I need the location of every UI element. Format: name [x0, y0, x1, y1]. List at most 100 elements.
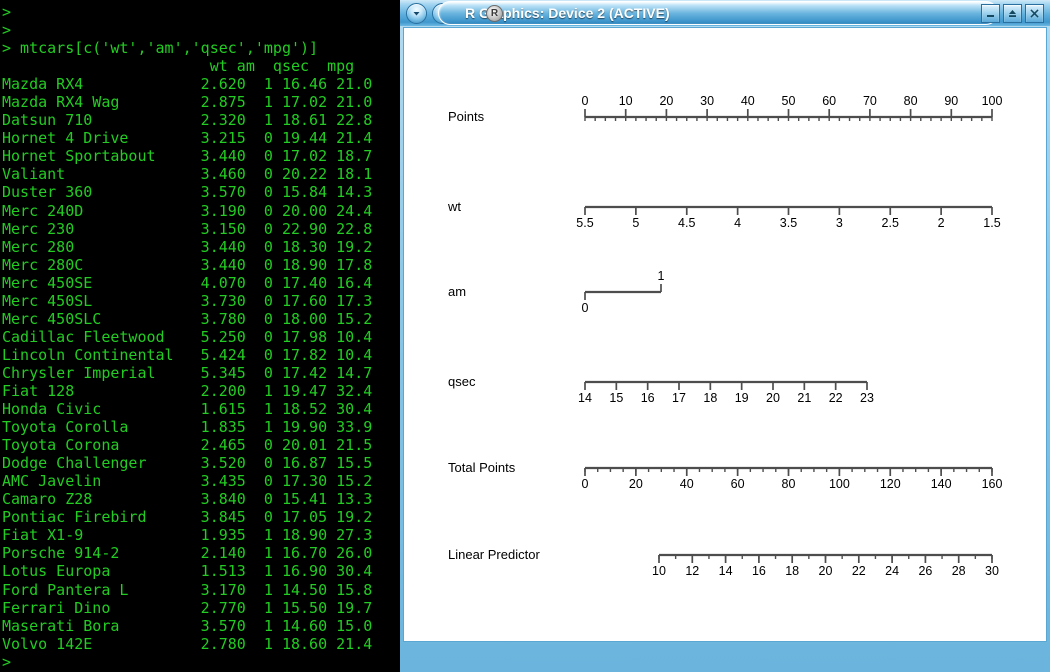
axis-tick-label: 10 — [619, 94, 633, 108]
axis-tick-label: 18 — [785, 564, 799, 578]
axis-tick-label: 80 — [904, 94, 918, 108]
r-graphics-window[interactable]: R Graphics: Device 2 (ACTIVE) R Points 0… — [400, 0, 1050, 672]
axis-tick-label: 3.5 — [780, 216, 797, 230]
axis-tick-label: 90 — [944, 94, 958, 108]
axis-tick-label: 40 — [680, 477, 694, 491]
axis-name-label: Linear Predictor — [448, 547, 540, 562]
axis-tick-label: 10 — [652, 564, 666, 578]
terminal-line: AMC Javelin 3.435 0 17.30 15.2 — [2, 472, 373, 491]
terminal-line: Merc 450SE 4.070 0 17.40 16.4 — [2, 273, 373, 292]
terminal-line: Valiant 3.460 0 20.22 18.1 — [2, 165, 373, 184]
axis-tick-label: 1.5 — [983, 216, 1000, 230]
axis-tick-label: 70 — [863, 94, 877, 108]
terminal-line: Toyota Corolla 1.835 1 19.90 33.9 — [2, 418, 373, 437]
axis-tick-label: 22 — [829, 391, 843, 405]
plot-canvas[interactable]: Points 0 10 20 30 40 50 60 70 80 90 100 wt 5.5 5 4.5 4 3.… — [403, 27, 1047, 642]
terminal-line: Datsun 710 2.320 1 18.61 22.8 — [2, 111, 373, 130]
terminal-line: Mazda RX4 2.620 1 16.46 21.0 — [2, 75, 373, 94]
axis-tick-label: 50 — [782, 94, 796, 108]
r-logo-icon: R — [486, 5, 503, 22]
axis-tick-label: 19 — [735, 391, 749, 405]
axis-tick-label: 4.5 — [678, 216, 695, 230]
terminal-line: Merc 450SLC 3.780 0 18.00 15.2 — [2, 309, 373, 328]
titlebar-right-controls — [981, 4, 1044, 23]
axis-tick-label: 160 — [982, 477, 1003, 491]
terminal-line: Camaro Z28 3.840 0 15.41 13.3 — [2, 490, 373, 509]
window-title-pill: R Graphics: Device 2 (ACTIVE) — [438, 1, 998, 25]
terminal-line: > mtcars[c('wt','am','qsec','mpg')] — [2, 39, 319, 58]
axis-tick-label: 5.5 — [576, 216, 593, 230]
terminal-line: Chrysler Imperial 5.345 0 17.42 14.7 — [2, 363, 373, 382]
chevron-down-icon[interactable] — [406, 3, 427, 24]
terminal-line: Honda Civic 1.615 1 18.52 30.4 — [2, 400, 373, 419]
axis-tick-label: 12 — [685, 564, 699, 578]
terminal-line: > — [2, 3, 12, 21]
axis-tick-label: 2.5 — [882, 216, 899, 230]
terminal-line: Maserati Bora 3.570 1 14.60 15.0 — [2, 616, 373, 635]
axis-name-label: wt — [447, 199, 461, 214]
axis-tick-label: 17 — [672, 391, 686, 405]
axis-tick-label: 20 — [766, 391, 780, 405]
terminal-line: > — [2, 652, 12, 671]
window-titlebar[interactable]: R Graphics: Device 2 (ACTIVE) R — [400, 0, 1050, 26]
axis-name-label: am — [448, 284, 466, 299]
axis-tick-label: 15 — [609, 391, 623, 405]
axis-tick-label: 26 — [918, 564, 932, 578]
terminal-line: Mazda RX4 Wag 2.875 1 17.02 21.0 — [2, 93, 373, 112]
nomogram-axis: wt 5.5 5 4.5 4 3.5 3 2.5 2 1.5 — [447, 199, 1001, 230]
axis-tick-label: 22 — [852, 564, 866, 578]
terminal-window[interactable]: > > > mtcars[c('wt','am','qsec','mpg')] wt… — [0, 0, 399, 672]
nomogram-axis: Total Points 0 20 40 60 80 100 120 140 160 — [448, 460, 1002, 491]
axis-tick-label: 28 — [952, 564, 966, 578]
axis-tick-label: 20 — [629, 477, 643, 491]
axis-tick-label: 100 — [982, 94, 1003, 108]
terminal-line: Volvo 142E 2.780 1 18.60 21.4 — [2, 634, 373, 653]
terminal-line: Cadillac Fleetwood 5.250 0 17.98 10.4 — [2, 327, 373, 346]
axis-tick-label: 2 — [938, 216, 945, 230]
axis-tick-label: 4 — [734, 216, 741, 230]
axis-tick-label: 23 — [860, 391, 874, 405]
terminal-line: Porsche 914-2 2.140 1 16.70 26.0 — [2, 544, 373, 563]
terminal-line: Merc 240D 3.190 0 20.00 24.4 — [2, 201, 373, 220]
axis-tick-label: 140 — [931, 477, 952, 491]
terminal-line: Hornet Sportabout 3.440 0 17.02 18.7 — [2, 147, 373, 166]
terminal-line: Merc 280 3.440 0 18.30 19.2 — [2, 237, 373, 256]
terminal-line: Pontiac Firebird 3.845 0 17.05 19.2 — [2, 508, 373, 527]
terminal-line: wt am qsec mpg — [2, 57, 355, 76]
axis-tick-label: 3 — [836, 216, 843, 230]
terminal-line: > — [2, 21, 12, 40]
window-frame: R Graphics: Device 2 (ACTIVE) R Points 0… — [400, 0, 1050, 672]
axis-tick-label: 14 — [719, 564, 733, 578]
terminal-line: Merc 450SL 3.730 0 17.60 17.3 — [2, 291, 373, 310]
terminal-line: Lincoln Continental 5.424 0 17.82 10.4 — [2, 345, 373, 364]
axis-tick-label: 0 — [582, 477, 589, 491]
minimize-button[interactable] — [981, 4, 1000, 23]
axis-tick-label: 100 — [829, 477, 850, 491]
axis-name-label: Total Points — [448, 460, 516, 475]
axis-tick-label: 21 — [797, 391, 811, 405]
close-button[interactable] — [1025, 4, 1044, 23]
axis-tick-label: 0 — [582, 301, 589, 315]
axis-tick-label: 120 — [880, 477, 901, 491]
axis-name-label: Points — [448, 109, 485, 124]
axis-name-label: qsec — [448, 374, 476, 389]
terminal-line: Fiat 128 2.200 1 19.47 32.4 — [2, 381, 373, 400]
terminal-line: Fiat X1-9 1.935 1 18.90 27.3 — [2, 526, 373, 545]
axis-tick-label: 0 — [582, 94, 589, 108]
axis-tick-label: 30 — [985, 564, 999, 578]
nomogram-axis: Points 0 10 20 30 40 50 60 70 80 90 100 — [448, 94, 1002, 124]
nomogram-axis: am 0 1 — [448, 269, 665, 315]
terminal-line: Lotus Europa 1.513 1 16.90 30.4 — [2, 562, 373, 581]
axis-tick-label: 18 — [703, 391, 717, 405]
axis-tick-label: 24 — [885, 564, 899, 578]
terminal-line: Duster 360 3.570 0 15.84 14.3 — [2, 183, 373, 202]
nomogram-axis: Linear Predictor 10 12 14 16 18 20 22 24 26 28 30 — [448, 547, 999, 578]
nomogram-svg: Points0 10 20 30 40 50 60 70 80 90 100wt5.5 5 4.5 4 3.… — [447, 94, 1002, 578]
axis-tick-label: 30 — [700, 94, 714, 108]
maximize-button[interactable] — [1003, 4, 1022, 23]
axis-tick-label: 5 — [632, 216, 639, 230]
terminal-line: Merc 230 3.150 0 22.90 22.8 — [2, 219, 373, 238]
axis-tick-label: 20 — [819, 564, 833, 578]
terminal-output: > > > mtcars[c('wt','am','qsec','mpg')] wt… — [0, 0, 399, 672]
axis-tick-label: 20 — [659, 94, 673, 108]
